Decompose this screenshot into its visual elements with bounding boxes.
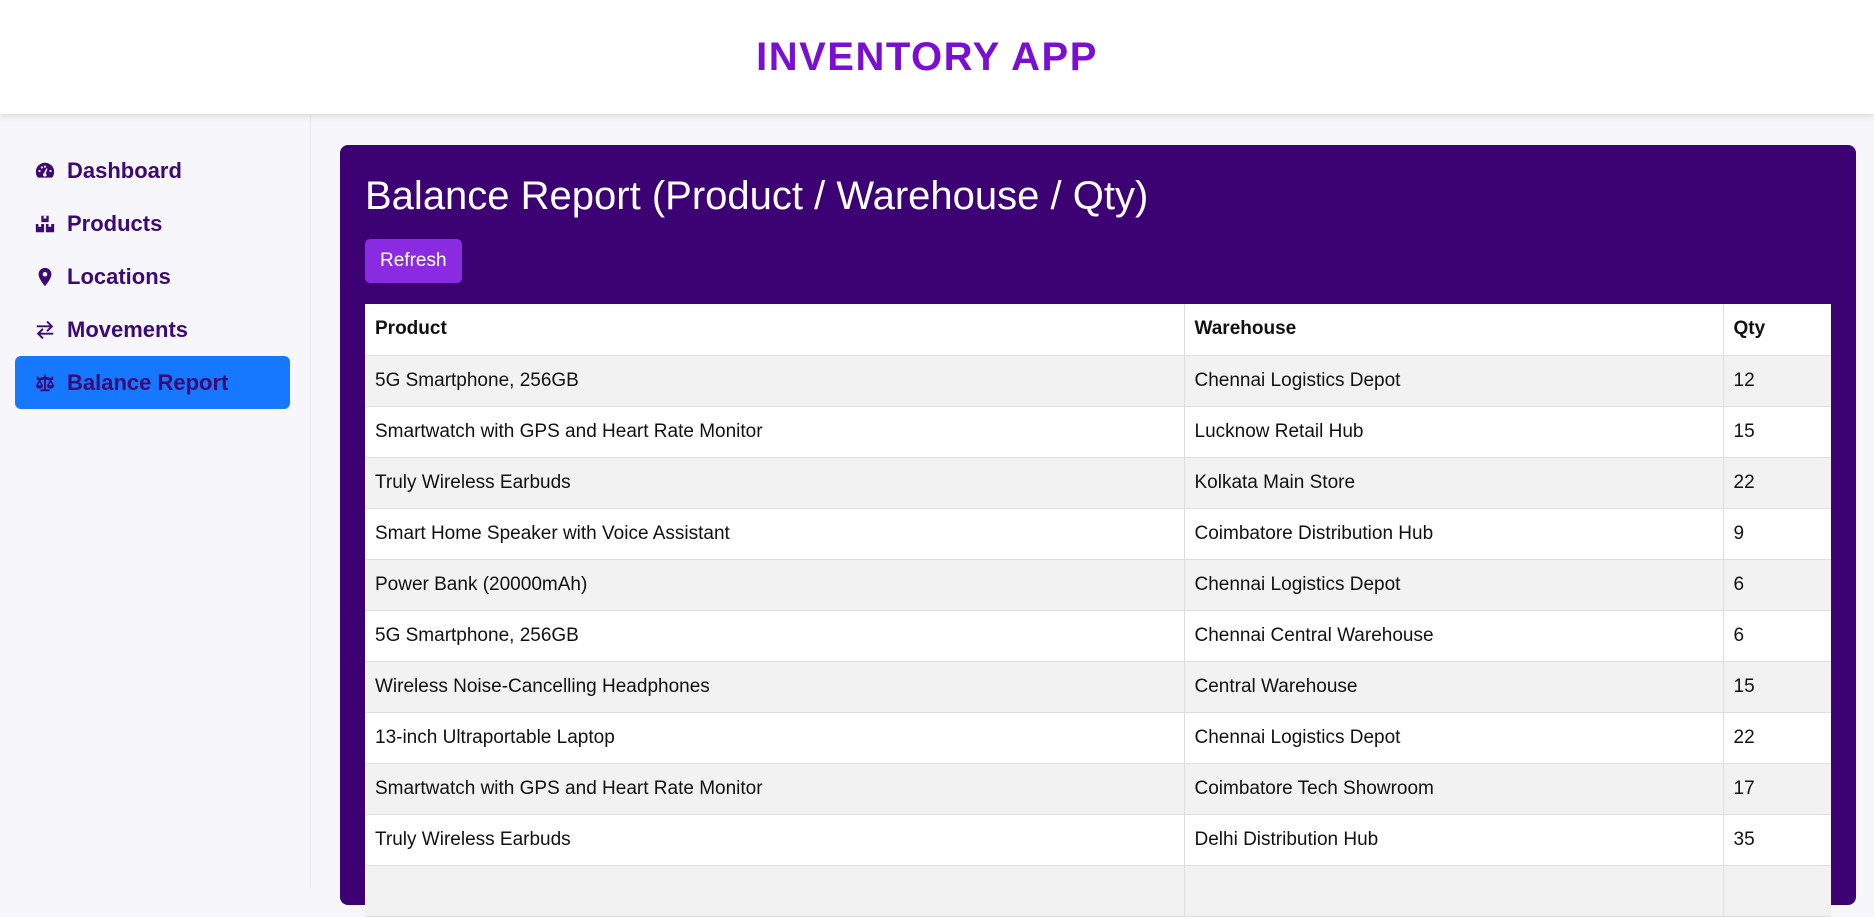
cell-product: Smart Home Speaker with Voice Assistant xyxy=(365,508,1185,560)
table-row xyxy=(365,865,1831,917)
table-row: Wireless Noise-Cancelling Headphones Cen… xyxy=(365,661,1831,713)
column-header-qty: Qty xyxy=(1723,304,1831,356)
cell-product: 13-inch Ultraportable Laptop xyxy=(365,712,1185,764)
cell-qty: 6 xyxy=(1723,559,1831,611)
cell-qty: 15 xyxy=(1723,406,1831,458)
column-header-product: Product xyxy=(365,304,1185,356)
cell-warehouse: Chennai Logistics Depot xyxy=(1184,559,1724,611)
table-row: Power Bank (20000mAh) Chennai Logistics … xyxy=(365,559,1831,611)
boxes-icon xyxy=(33,212,57,236)
scale-balance-icon xyxy=(33,371,57,395)
sidebar-item-label: Products xyxy=(67,210,163,236)
table-row: 13-inch Ultraportable Laptop Chennai Log… xyxy=(365,712,1831,764)
cell-qty: 35 xyxy=(1723,814,1831,866)
table-row: Smart Home Speaker with Voice Assistant … xyxy=(365,508,1831,560)
table-row: Smartwatch with GPS and Heart Rate Monit… xyxy=(365,406,1831,458)
sidebar-item-label: Balance Report xyxy=(67,369,229,395)
cell-warehouse: Chennai Logistics Depot xyxy=(1184,355,1724,407)
column-header-warehouse: Warehouse xyxy=(1184,304,1724,356)
table-row: Smartwatch with GPS and Heart Rate Monit… xyxy=(365,763,1831,815)
balance-table-container: Product Warehouse Qty 5G Smartphone, 256… xyxy=(365,304,1831,917)
arrows-exchange-icon xyxy=(33,318,57,342)
cell-qty: 9 xyxy=(1723,508,1831,560)
cell-warehouse: Lucknow Retail Hub xyxy=(1184,406,1724,458)
page-title: Balance Report (Product / Warehouse / Qt… xyxy=(365,174,1149,218)
cell-product: Smartwatch with GPS and Heart Rate Monit… xyxy=(365,406,1185,458)
map-pin-icon xyxy=(33,265,57,289)
sidebar-item-balance-report[interactable]: Balance Report xyxy=(15,356,290,409)
cell-warehouse: Central Warehouse xyxy=(1184,661,1724,713)
cell-qty: 6 xyxy=(1723,610,1831,662)
sidebar-item-dashboard[interactable]: Dashboard xyxy=(15,144,290,197)
balance-report-card: Balance Report (Product / Warehouse / Qt… xyxy=(340,145,1856,917)
cell-warehouse: Chennai Logistics Depot xyxy=(1184,712,1724,764)
sidebar-item-movements[interactable]: Movements xyxy=(15,303,290,356)
cell-qty: 17 xyxy=(1723,763,1831,815)
table-row: 5G Smartphone, 256GB Chennai Logistics D… xyxy=(365,355,1831,407)
cell-warehouse: Delhi Distribution Hub xyxy=(1184,814,1724,866)
cell-product: 5G Smartphone, 256GB xyxy=(365,610,1185,662)
table-row: 5G Smartphone, 256GB Chennai Central War… xyxy=(365,610,1831,662)
sidebar-item-products[interactable]: Products xyxy=(15,197,290,250)
cell-product: 5G Smartphone, 256GB xyxy=(365,355,1185,407)
sidebar-item-label: Locations xyxy=(67,263,171,289)
cell-qty: 12 xyxy=(1723,355,1831,407)
sidebar-item-label: Dashboard xyxy=(67,157,182,183)
sidebar-item-locations[interactable]: Locations xyxy=(15,250,290,303)
cell-qty: 15 xyxy=(1723,661,1831,713)
table-header-row: Product Warehouse Qty xyxy=(365,304,1831,356)
cell-product: Truly Wireless Earbuds xyxy=(365,457,1185,509)
cell-product: Smartwatch with GPS and Heart Rate Monit… xyxy=(365,763,1185,815)
cell-warehouse: Coimbatore Distribution Hub xyxy=(1184,508,1724,560)
app-title: INVENTORY APP xyxy=(756,34,1098,79)
cell-product: Truly Wireless Earbuds xyxy=(365,814,1185,866)
cell-qty xyxy=(1723,865,1831,917)
table-row: Truly Wireless Earbuds Delhi Distributio… xyxy=(365,814,1831,866)
cell-qty: 22 xyxy=(1723,457,1831,509)
cell-warehouse xyxy=(1184,865,1724,917)
table-row: Truly Wireless Earbuds Kolkata Main Stor… xyxy=(365,457,1831,509)
sidebar-item-label: Movements xyxy=(67,316,189,342)
cell-product xyxy=(365,865,1185,917)
cell-product: Wireless Noise-Cancelling Headphones xyxy=(365,661,1185,713)
cell-qty: 22 xyxy=(1723,712,1831,764)
balance-table: Product Warehouse Qty 5G Smartphone, 256… xyxy=(365,304,1831,917)
app-header: INVENTORY APP xyxy=(0,0,1874,114)
cell-product: Power Bank (20000mAh) xyxy=(365,559,1185,611)
sidebar: Dashboard Products Locations Movements B… xyxy=(0,114,311,888)
dashboard-gauge-icon xyxy=(33,159,57,183)
cell-warehouse: Chennai Central Warehouse xyxy=(1184,610,1724,662)
cell-warehouse: Coimbatore Tech Showroom xyxy=(1184,763,1724,815)
cell-warehouse: Kolkata Main Store xyxy=(1184,457,1724,509)
refresh-button[interactable]: Refresh xyxy=(365,239,462,283)
